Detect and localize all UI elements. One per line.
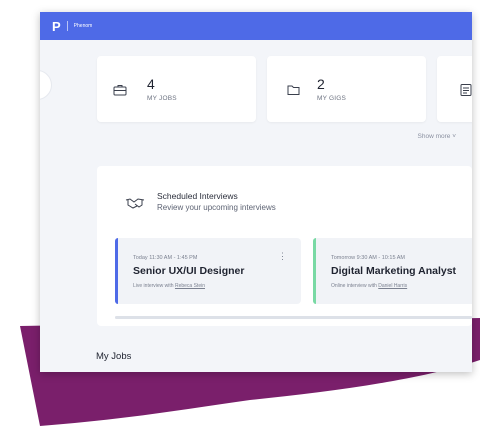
- interview-type-text: Live interview with: [133, 283, 174, 289]
- briefcase-icon: [113, 85, 127, 96]
- my-jobs-section-title: My Jobs: [96, 351, 132, 362]
- scheduled-interviews-subtitle: Review your upcoming interviews: [157, 203, 276, 212]
- my-jobs-label: MY JOBS: [147, 95, 177, 102]
- handshake-icon: [125, 198, 145, 209]
- logo[interactable]: P: [52, 20, 61, 33]
- my-gigs-card[interactable]: 2 MY GIGS: [267, 56, 426, 122]
- interview-card[interactable]: Today 11:30 AM - 1:45 PM Senior UX/UI De…: [115, 238, 301, 304]
- my-gigs-count: 2: [317, 76, 325, 92]
- horizontal-scrollbar[interactable]: [115, 316, 472, 319]
- my-gigs-label: MY GIGS: [317, 95, 347, 102]
- app-window: P Phenom 4 MY JOBS 2 MY GIGS Show more ˅: [40, 12, 472, 372]
- interview-description: Online interview with Daniel Harris: [331, 283, 407, 289]
- interview-type-text: Online interview with: [331, 283, 377, 289]
- show-more-link[interactable]: Show more ˅: [418, 133, 456, 140]
- scheduled-interviews-title: Scheduled Interviews: [157, 191, 238, 201]
- scrollbar-thumb[interactable]: [115, 316, 472, 319]
- my-jobs-card[interactable]: 4 MY JOBS: [97, 56, 256, 122]
- interview-description: Live interview with Rebeca Stein: [133, 283, 205, 289]
- folder-icon: [287, 85, 300, 95]
- interview-accent-bar: [313, 238, 316, 304]
- topbar-divider: [66, 21, 68, 31]
- my-jobs-count: 4: [147, 76, 155, 92]
- document-icon: [460, 84, 472, 96]
- interviewer-link[interactable]: Rebeca Stein: [175, 283, 205, 289]
- interview-card[interactable]: Tomorrow 9:30 AM - 10:15 AM Digital Mark…: [313, 238, 472, 304]
- top-bar: P Phenom: [40, 12, 472, 40]
- interview-time: Tomorrow 9:30 AM - 10:15 AM: [331, 255, 405, 261]
- interview-accent-bar: [115, 238, 118, 304]
- brand-name: Phenom: [73, 23, 93, 29]
- interviewer-link[interactable]: Daniel Harris: [378, 283, 407, 289]
- third-stat-card[interactable]: [437, 56, 472, 122]
- interview-title: Senior UX/UI Designer: [133, 265, 245, 277]
- interview-title: Digital Marketing Analyst: [331, 265, 457, 277]
- interview-time: Today 11:30 AM - 1:45 PM: [133, 255, 198, 261]
- scheduled-interviews-card: Scheduled Interviews Review your upcomin…: [97, 166, 472, 326]
- sidebar-toggle[interactable]: [40, 70, 52, 100]
- more-options-icon[interactable]: ⋮: [278, 251, 287, 262]
